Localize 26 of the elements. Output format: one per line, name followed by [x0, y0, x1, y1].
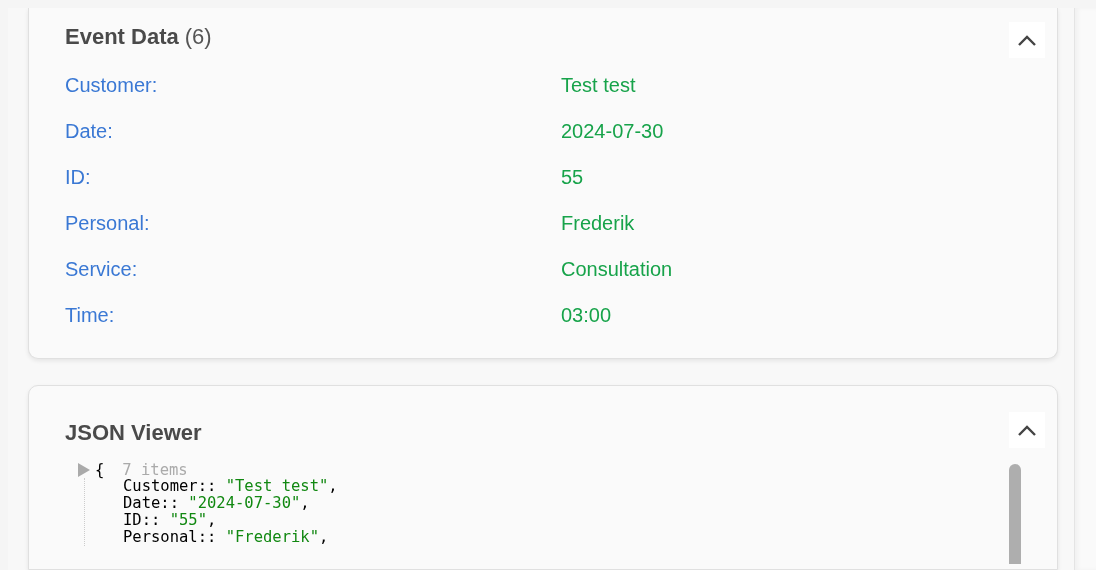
json-entry: Personal:: "Frederik", [123, 529, 330, 546]
field-label: Service: [65, 257, 139, 282]
field-label: Personal: [65, 211, 151, 236]
field-value: Frederik [561, 211, 636, 236]
collapse-button[interactable] [1009, 22, 1045, 58]
json-entry: Customer:: "Test test", [123, 478, 339, 495]
field-label: Time: [65, 303, 116, 328]
field-value: 55 [561, 165, 585, 190]
field-label: Customer: [65, 73, 159, 98]
collapse-button[interactable] [1009, 412, 1045, 448]
field-value: Consultation [561, 257, 674, 282]
field-value: 03:00 [561, 303, 613, 328]
scrollbar-thumb[interactable] [1009, 464, 1021, 564]
json-brace: { [95, 462, 105, 478]
field-label: Date: [65, 119, 114, 144]
json-item-count: 7 items [122, 462, 188, 478]
chevron-up-icon [1018, 424, 1036, 436]
card-title: Event Data [65, 24, 179, 50]
card-title: JSON Viewer [65, 420, 202, 446]
field-value: 2024-07-30 [561, 119, 665, 144]
json-entry: Date:: "2024-07-30", [123, 495, 311, 512]
field-value: Test test [561, 73, 637, 98]
item-count: (6) [184, 24, 212, 50]
chevron-up-icon [1018, 34, 1036, 46]
field-label: ID: [65, 165, 92, 190]
json-entry: ID:: "55", [123, 512, 218, 529]
